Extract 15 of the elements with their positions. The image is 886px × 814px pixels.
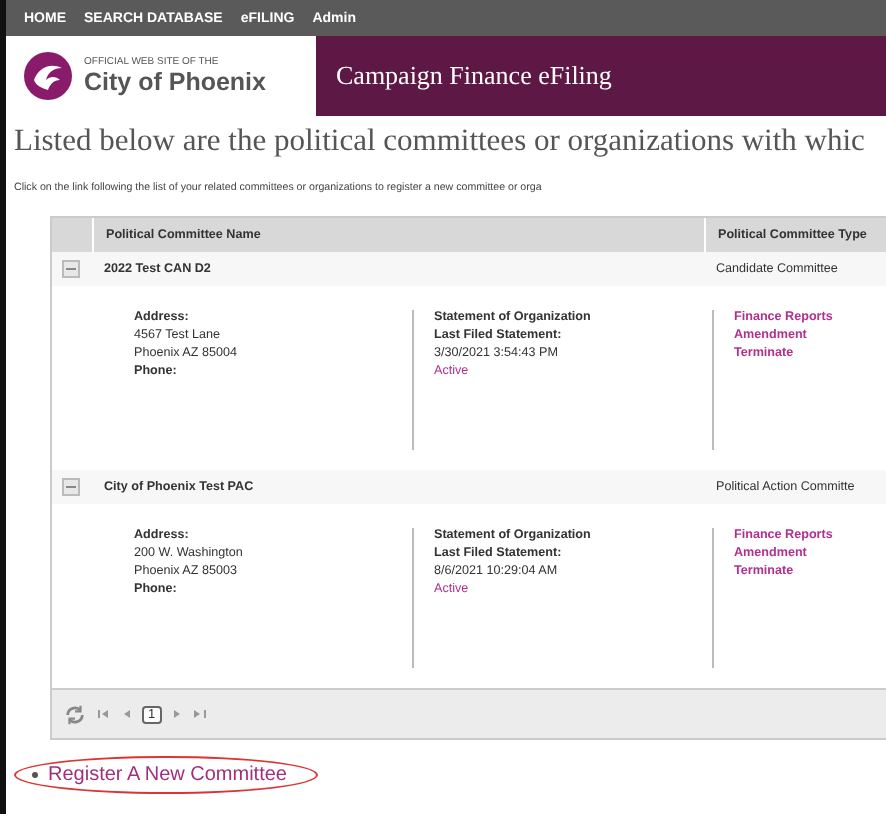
collapse-button[interactable] <box>62 478 80 496</box>
last-page-button[interactable] <box>193 708 206 720</box>
banner-title: Campaign Finance eFiling <box>336 60 612 92</box>
minus-icon <box>66 264 76 274</box>
next-page-button[interactable] <box>173 708 182 720</box>
minus-icon <box>66 482 76 492</box>
page-heading: Listed below are the political committees or organizations with whic <box>14 124 867 160</box>
collapse-button[interactable] <box>62 260 80 278</box>
register-link[interactable]: Register A New Committee <box>48 764 287 786</box>
refresh-icon[interactable] <box>64 703 86 725</box>
bullet-icon <box>32 772 38 778</box>
logo-title: City of Phoenix <box>84 68 266 96</box>
phoenix-logo-icon <box>22 50 74 102</box>
previous-page-button[interactable] <box>122 708 130 720</box>
first-page-button[interactable] <box>98 708 110 720</box>
